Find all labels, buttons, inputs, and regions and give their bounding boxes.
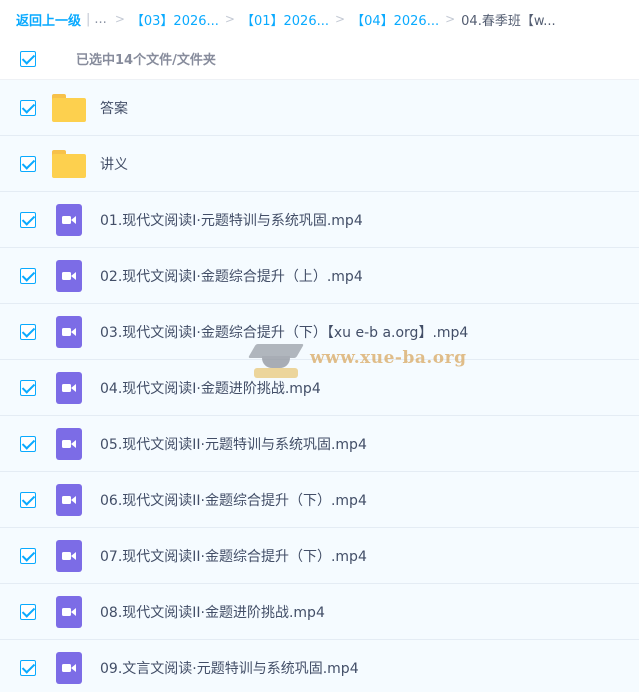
- breadcrumb-current: 04.春季班【w...: [461, 13, 556, 29]
- back-link[interactable]: 返回上一级: [16, 10, 81, 29]
- selection-bar: 已选中14个文件/文件夹: [0, 38, 639, 80]
- breadcrumb-divider: |: [86, 11, 91, 27]
- row-checkbox[interactable]: [20, 491, 36, 508]
- video-file-icon: [52, 371, 86, 405]
- row-checkbox[interactable]: [20, 659, 36, 676]
- file-name[interactable]: 答案: [100, 98, 128, 118]
- video-file-icon: [52, 315, 86, 349]
- chevron-right-icon: >: [335, 12, 346, 26]
- row-checkbox[interactable]: [20, 379, 36, 396]
- breadcrumb-item[interactable]: 【01】2026...: [241, 10, 329, 29]
- video-file-icon: [52, 427, 86, 461]
- row-checkbox[interactable]: [20, 603, 36, 620]
- file-row[interactable]: 09.文言文阅读·元题特训与系统巩固.mp4: [0, 640, 639, 692]
- breadcrumb-item[interactable]: 【04】2026...: [351, 10, 439, 29]
- chevron-right-icon: >: [224, 12, 235, 26]
- video-file-icon: [52, 651, 86, 685]
- file-name[interactable]: 08.现代文阅读II·金题进阶挑战.mp4: [100, 602, 325, 622]
- file-name[interactable]: 06.现代文阅读II·金题综合提升（下）.mp4: [100, 490, 367, 510]
- file-name[interactable]: 02.现代文阅读Ⅰ·金题综合提升（上）.mp4: [100, 266, 363, 286]
- file-name[interactable]: 讲义: [100, 154, 128, 174]
- row-checkbox[interactable]: [20, 547, 36, 564]
- video-file-icon: [52, 595, 86, 629]
- row-checkbox[interactable]: [20, 323, 36, 340]
- folder-icon: [52, 147, 86, 181]
- file-row[interactable]: 答案: [0, 80, 639, 136]
- row-checkbox[interactable]: [20, 155, 36, 172]
- chevron-right-icon: >: [445, 12, 456, 26]
- folder-icon: [52, 91, 86, 125]
- row-checkbox[interactable]: [20, 211, 36, 228]
- file-name[interactable]: 05.现代文阅读II·元题特训与系统巩固.mp4: [100, 434, 367, 454]
- row-checkbox[interactable]: [20, 99, 36, 116]
- file-name[interactable]: 09.文言文阅读·元题特训与系统巩固.mp4: [100, 658, 359, 678]
- file-row[interactable]: 04.现代文阅读Ⅰ·金题进阶挑战.mp4: [0, 360, 639, 416]
- file-name[interactable]: 01.现代文阅读Ⅰ·元题特训与系统巩固.mp4: [100, 210, 363, 230]
- file-row[interactable]: 05.现代文阅读II·元题特训与系统巩固.mp4: [0, 416, 639, 472]
- file-row[interactable]: 08.现代文阅读II·金题进阶挑战.mp4: [0, 584, 639, 640]
- file-name[interactable]: 07.现代文阅读II·金题综合提升（下）.mp4: [100, 546, 367, 566]
- select-all-checkbox[interactable]: [20, 50, 36, 67]
- selection-count: 已选中14个文件/文件夹: [76, 53, 216, 68]
- file-row[interactable]: 讲义: [0, 136, 639, 192]
- file-row[interactable]: 07.现代文阅读II·金题综合提升（下）.mp4: [0, 528, 639, 584]
- breadcrumb-item[interactable]: 【03】2026...: [131, 10, 219, 29]
- file-row[interactable]: 03.现代文阅读Ⅰ·金题综合提升（下）【xu e-b a.org】.mp4: [0, 304, 639, 360]
- file-list: 答案 讲义 01.现代文阅读Ⅰ·元题特训与系统巩固.mp4 02.现代文阅读Ⅰ·…: [0, 80, 639, 692]
- chevron-right-icon: >: [114, 12, 125, 26]
- row-checkbox[interactable]: [20, 435, 36, 452]
- file-name[interactable]: 04.现代文阅读Ⅰ·金题进阶挑战.mp4: [100, 378, 321, 398]
- row-checkbox[interactable]: [20, 267, 36, 284]
- video-file-icon: [52, 483, 86, 517]
- video-file-icon: [52, 259, 86, 293]
- breadcrumb-ellipsis[interactable]: ...: [94, 12, 106, 27]
- file-row[interactable]: 02.现代文阅读Ⅰ·金题综合提升（上）.mp4: [0, 248, 639, 304]
- file-row[interactable]: 06.现代文阅读II·金题综合提升（下）.mp4: [0, 472, 639, 528]
- video-file-icon: [52, 203, 86, 237]
- breadcrumb: 返回上一级 | ... > 【03】2026... > 【01】2026... …: [0, 0, 639, 38]
- file-row[interactable]: 01.现代文阅读Ⅰ·元题特训与系统巩固.mp4: [0, 192, 639, 248]
- video-file-icon: [52, 539, 86, 573]
- file-name[interactable]: 03.现代文阅读Ⅰ·金题综合提升（下）【xu e-b a.org】.mp4: [100, 322, 468, 342]
